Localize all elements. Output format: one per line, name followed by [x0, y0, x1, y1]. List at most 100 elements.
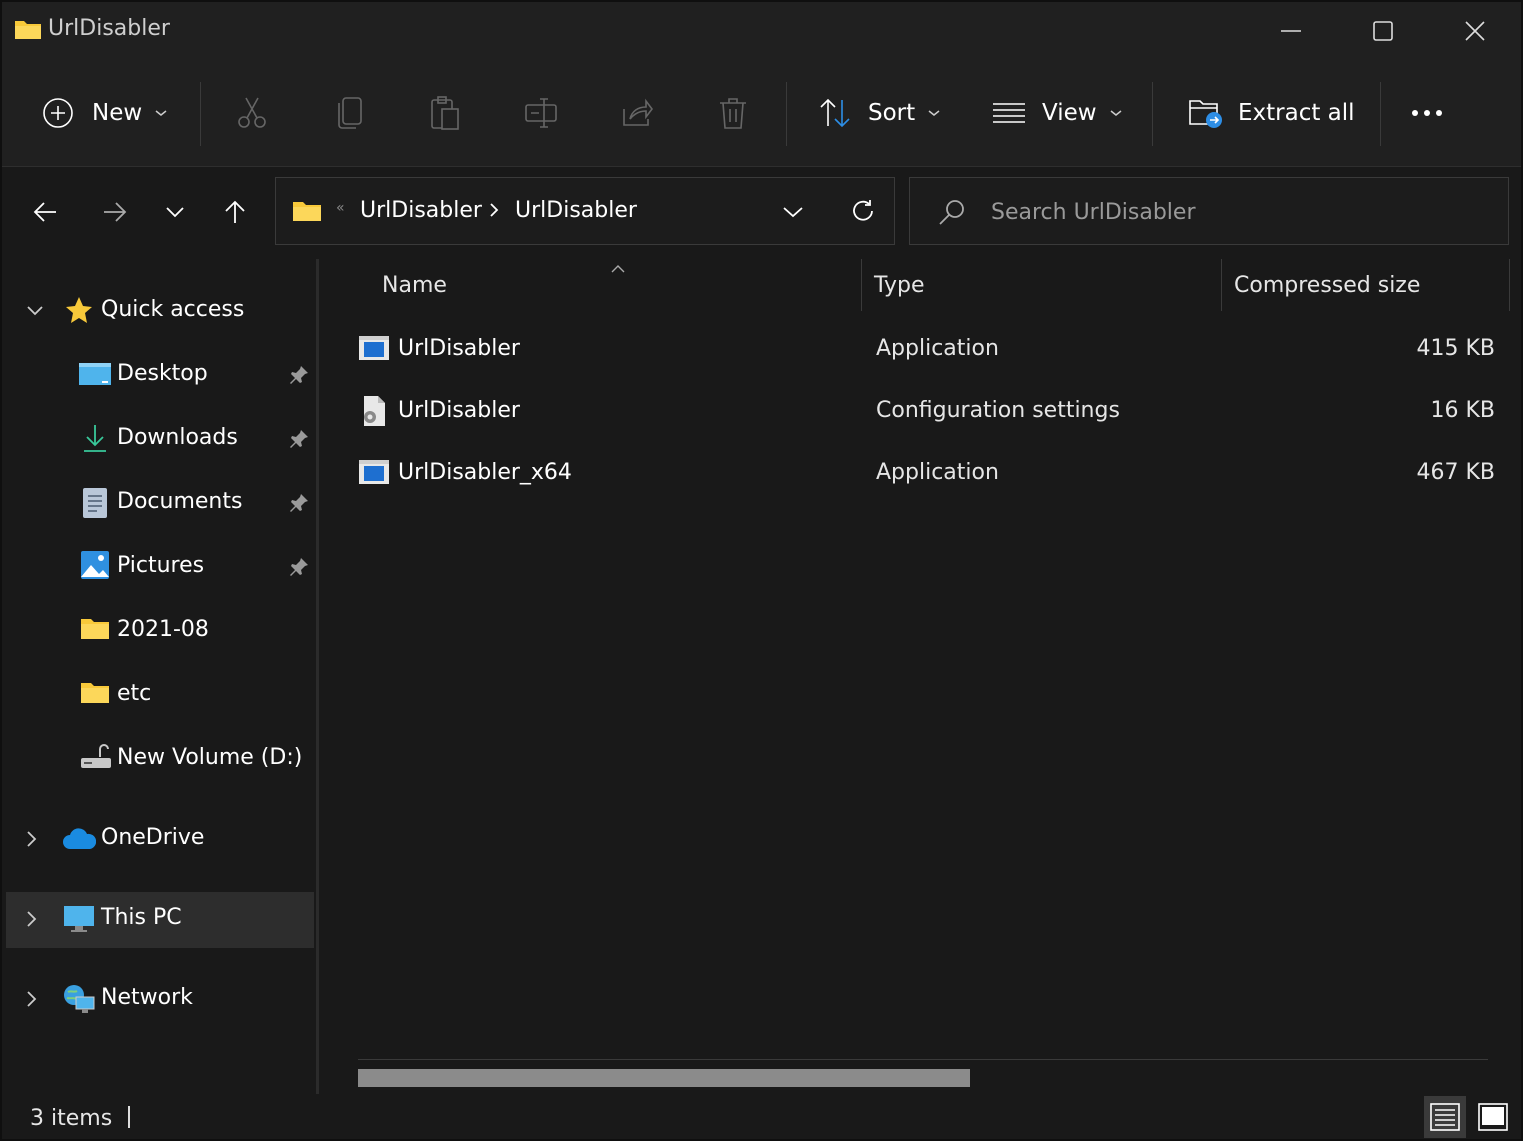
sidebar-item-onedrive[interactable]: OneDrive	[6, 812, 314, 868]
rename-icon	[525, 98, 557, 128]
drive-icon	[80, 744, 112, 774]
chevron-right-icon[interactable]	[26, 910, 38, 932]
folder-icon	[80, 681, 110, 709]
copy-icon	[338, 97, 362, 129]
application-icon	[358, 335, 390, 365]
horizontal-scrollbar-thumb[interactable]	[358, 1069, 970, 1087]
sidebar-item-new-volume-d[interactable]: New Volume (D:)	[6, 732, 314, 788]
share-icon	[623, 98, 653, 126]
separator	[1380, 82, 1381, 146]
large-icons-view-button[interactable]	[1472, 1096, 1514, 1138]
separator	[786, 82, 787, 146]
arrow-left-icon	[33, 202, 56, 222]
new-button[interactable]: New	[42, 60, 168, 166]
pictures-icon	[80, 550, 110, 584]
breadcrumb-separator-icon[interactable]	[488, 202, 500, 222]
breadcrumb-item[interactable]: UrlDisabler	[515, 198, 637, 223]
file-explorer-window: UrlDisabler New Sort View Extract all « …	[2, 2, 1521, 1139]
config-settings-icon	[360, 395, 388, 431]
new-label: New	[92, 100, 143, 126]
chevron-down-icon[interactable]	[26, 302, 44, 321]
pin-icon	[288, 492, 310, 518]
recent-locations-button[interactable]	[155, 192, 195, 232]
sidebar-item-label: Quick access	[101, 297, 245, 322]
rename-button[interactable]	[524, 60, 558, 166]
overflow-chevron-icon: «	[336, 200, 345, 216]
close-button[interactable]	[1429, 2, 1521, 60]
search-icon	[938, 198, 966, 230]
sidebar-item-label: OneDrive	[101, 825, 205, 850]
more-options-button[interactable]	[1410, 60, 1444, 166]
cut-button[interactable]	[236, 60, 268, 166]
column-header-type[interactable]: Type	[874, 273, 925, 298]
paste-icon	[431, 96, 459, 130]
horizontal-scrollbar-track[interactable]	[358, 1059, 1488, 1060]
chevron-down-icon	[155, 110, 167, 116]
file-type: Configuration settings	[876, 398, 1120, 423]
column-header-compressed-size[interactable]: Compressed size	[1234, 273, 1420, 298]
file-size: 467 KB	[1416, 460, 1495, 485]
sort-button[interactable]: Sort	[818, 60, 941, 166]
sidebar-item-this-pc[interactable]: This PC	[6, 892, 314, 948]
file-name: UrlDisabler	[398, 398, 520, 423]
folder-icon	[14, 18, 42, 44]
file-row[interactable]: UrlDisabler Configuration settings 16 KB	[350, 385, 1510, 443]
search-box[interactable]: Search UrlDisabler	[909, 177, 1509, 245]
sidebar-item-label: Documents	[117, 489, 243, 514]
column-divider[interactable]	[1221, 259, 1222, 311]
copy-button[interactable]	[336, 60, 364, 166]
paste-button[interactable]	[430, 60, 460, 166]
address-bar[interactable]: « UrlDisabler UrlDisabler	[275, 177, 895, 245]
share-button[interactable]	[620, 60, 654, 166]
sidebar-item-documents[interactable]: Documents	[6, 476, 314, 532]
file-row[interactable]: UrlDisabler_x64 Application 467 KB	[350, 447, 1510, 505]
folder-icon	[292, 200, 322, 226]
view-button[interactable]: View	[992, 60, 1123, 166]
pin-icon	[288, 428, 310, 454]
sidebar-item-etc[interactable]: etc	[6, 668, 314, 724]
sort-ascending-indicator-icon	[610, 259, 626, 278]
pin-icon	[288, 556, 310, 582]
maximize-button[interactable]	[1337, 2, 1429, 60]
sidebar-item-pictures[interactable]: Pictures	[6, 540, 314, 596]
chevron-right-icon[interactable]	[26, 990, 38, 1012]
back-button[interactable]	[25, 192, 65, 232]
extract-all-label: Extract all	[1238, 100, 1355, 126]
up-button[interactable]	[215, 192, 255, 232]
refresh-button[interactable]	[850, 198, 876, 228]
sidebar-item-2021-08[interactable]: 2021-08	[6, 604, 314, 660]
sidebar-item-downloads[interactable]: Downloads	[6, 412, 314, 468]
minimize-button[interactable]	[1245, 2, 1337, 60]
search-placeholder: Search UrlDisabler	[991, 200, 1196, 225]
computer-icon	[63, 905, 95, 937]
application-icon	[358, 459, 390, 489]
sidebar-item-quick-access[interactable]: Quick access	[6, 284, 314, 340]
address-dropdown-button[interactable]	[782, 204, 804, 223]
scissors-icon	[238, 97, 266, 128]
navigation-pane: Quick access Desktop Downloads Documents…	[2, 259, 318, 1094]
document-icon	[82, 487, 108, 523]
sidebar-item-network[interactable]: Network	[6, 972, 314, 1028]
details-view-icon	[1430, 1103, 1460, 1131]
breadcrumb-item[interactable]: UrlDisabler	[360, 198, 482, 223]
column-divider[interactable]	[861, 259, 862, 311]
forward-button[interactable]	[95, 192, 135, 232]
sidebar-item-label: Downloads	[117, 425, 238, 450]
sidebar-item-desktop[interactable]: Desktop	[6, 348, 314, 404]
file-name: UrlDisabler	[398, 336, 520, 361]
separator	[1152, 82, 1153, 146]
pin-icon	[288, 364, 310, 390]
file-list-pane: Name Type Compressed size UrlDisabler Ap…	[320, 259, 1521, 1094]
sidebar-item-label: Desktop	[117, 361, 208, 386]
trash-icon	[720, 98, 746, 129]
column-divider[interactable]	[1509, 259, 1510, 311]
column-header-name[interactable]: Name	[382, 273, 447, 298]
status-bar: 3 items	[2, 1094, 1521, 1139]
sort-label: Sort	[868, 100, 916, 126]
delete-button[interactable]	[718, 60, 748, 166]
file-row[interactable]: UrlDisabler Application 415 KB	[350, 323, 1510, 381]
chevron-right-icon[interactable]	[26, 830, 38, 852]
folder-icon	[80, 617, 110, 645]
details-view-button[interactable]	[1424, 1096, 1466, 1138]
extract-all-button[interactable]: Extract all	[1188, 60, 1355, 166]
